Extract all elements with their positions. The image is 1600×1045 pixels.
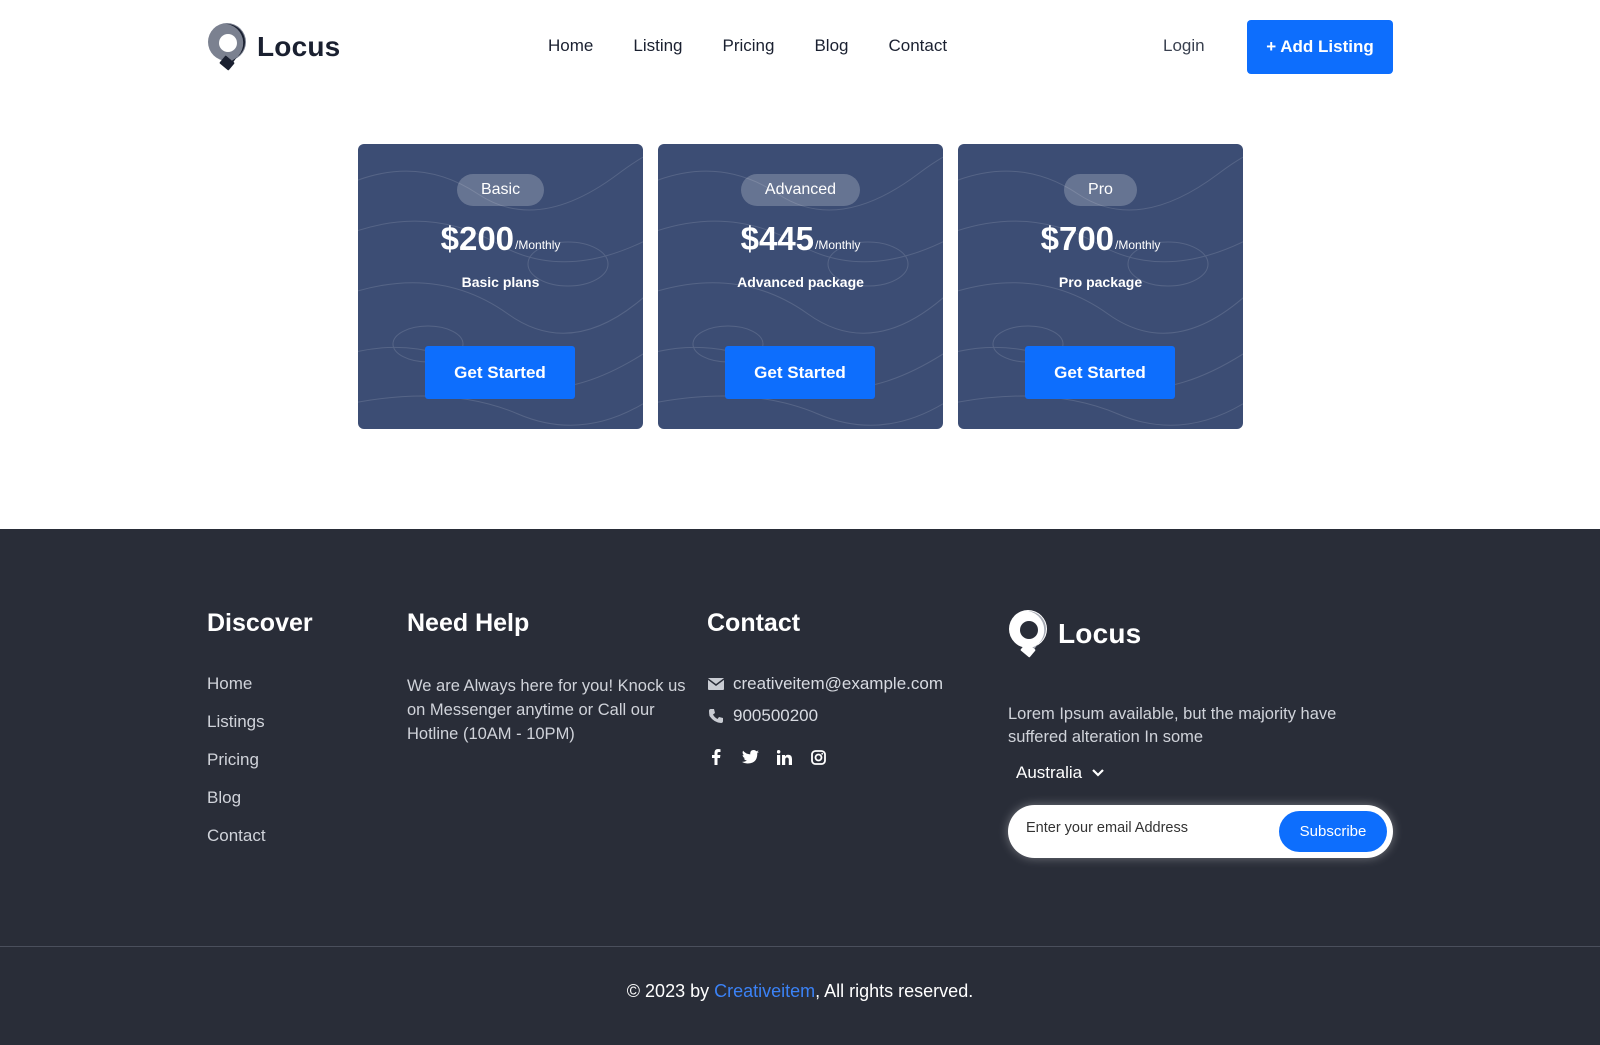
instagram-icon[interactable] (809, 748, 827, 766)
nav-pricing[interactable]: Pricing (723, 36, 775, 56)
footer-link-listings[interactable]: Listings (207, 712, 313, 732)
footer-brand-logo[interactable]: Locus (1008, 609, 1393, 659)
footer-link-pricing[interactable]: Pricing (207, 750, 313, 770)
pricing-card-pro: Pro $700/Monthly Pro package Get Started (958, 144, 1243, 429)
contact-title: Contact (707, 609, 801, 637)
linkedin-icon[interactable] (775, 748, 793, 766)
envelope-icon (707, 675, 725, 693)
contact-phone-row[interactable]: 900500200 (707, 706, 943, 726)
pricing-card-advanced: Advanced $445/Monthly Advanced package G… (658, 144, 943, 429)
price-amount: $445 (740, 220, 815, 257)
brand-logo[interactable]: Locus (207, 22, 340, 72)
contact-email: creativeitem@example.com (733, 674, 943, 693)
get-started-button[interactable]: Get Started (425, 346, 575, 399)
social-links (707, 748, 943, 766)
map-pin-icon (208, 23, 246, 71)
nav-home[interactable]: Home (548, 36, 593, 56)
help-text: We are Always here for you! Knock us on … (407, 677, 686, 743)
footer-about-text: Lorem Ipsum available, but the majority … (1008, 705, 1337, 746)
map-pin-icon (1009, 610, 1047, 658)
email-input[interactable] (1026, 820, 1256, 836)
nav-contact[interactable]: Contact (889, 36, 948, 56)
footer-link-home[interactable]: Home (207, 674, 313, 694)
copyright: © 2023 by Creativeitem, All rights reser… (0, 981, 1600, 1002)
copyright-link[interactable]: Creativeitem (714, 981, 815, 1001)
price-amount: $200 (440, 220, 515, 257)
footer-help: Need Help We are Always here for you! Kn… (407, 609, 697, 746)
country-select[interactable]: Australia (1008, 763, 1393, 783)
plan-description: Pro package (1058, 274, 1143, 290)
chevron-down-icon (1092, 769, 1104, 777)
subscribe-button[interactable]: Subscribe (1279, 811, 1387, 852)
help-title: Need Help (407, 609, 530, 637)
footer-link-contact[interactable]: Contact (207, 826, 313, 846)
phone-icon (707, 707, 725, 725)
nav-blog[interactable]: Blog (814, 36, 848, 56)
contact-phone: 900500200 (733, 706, 819, 725)
brand-name: Locus (257, 31, 341, 62)
site-footer: Discover Home Listings Pricing Blog Cont… (0, 529, 1600, 1045)
pricing-card-basic: Basic $200/Monthly Basic plans Get Start… (358, 144, 643, 429)
copyright-suffix: , All rights reserved. (815, 981, 974, 1001)
footer-contact: Contact creativeitem@example.com 9005002… (707, 609, 943, 766)
get-started-button[interactable]: Get Started (1025, 346, 1175, 399)
facebook-icon[interactable] (707, 748, 725, 766)
login-link[interactable]: Login (1163, 36, 1205, 56)
contact-list: creativeitem@example.com 900500200 (707, 674, 943, 726)
plan-price: $700/Monthly (958, 220, 1243, 258)
plan-badge: Advanced (740, 174, 861, 206)
plan-price: $445/Monthly (658, 220, 943, 258)
get-started-button[interactable]: Get Started (725, 346, 875, 399)
footer-link-blog[interactable]: Blog (207, 788, 313, 808)
discover-links: Home Listings Pricing Blog Contact (207, 674, 313, 846)
plan-description: Basic plans (461, 274, 540, 290)
country-value: Australia (1016, 763, 1083, 782)
plan-badge: Pro (1064, 174, 1137, 206)
nav-listing[interactable]: Listing (633, 36, 682, 56)
price-period: /Monthly (815, 238, 861, 252)
pricing-cards: Basic $200/Monthly Basic plans Get Start… (358, 144, 1243, 429)
footer-about: Locus Lorem Ipsum available, but the maj… (1008, 609, 1393, 858)
twitter-icon[interactable] (741, 748, 759, 766)
footer-discover: Discover Home Listings Pricing Blog Cont… (207, 609, 313, 864)
main-nav: Home Listing Pricing Blog Contact (548, 36, 987, 56)
plan-description: Advanced package (737, 274, 864, 290)
footer-brand-name: Locus (1058, 618, 1142, 649)
discover-title: Discover (207, 609, 313, 637)
contact-email-row[interactable]: creativeitem@example.com (707, 674, 943, 694)
footer-divider (0, 946, 1600, 947)
price-period: /Monthly (515, 238, 561, 252)
copyright-prefix: © 2023 by (626, 981, 715, 1001)
price-amount: $700 (1040, 220, 1115, 257)
plan-badge: Basic (456, 174, 545, 206)
plan-price: $200/Monthly (358, 220, 643, 258)
add-listing-button[interactable]: + Add Listing (1247, 20, 1393, 74)
subscribe-form: Subscribe (1008, 805, 1393, 858)
site-header: Locus Home Listing Pricing Blog Contact … (0, 0, 1600, 95)
price-period: /Monthly (1115, 238, 1161, 252)
